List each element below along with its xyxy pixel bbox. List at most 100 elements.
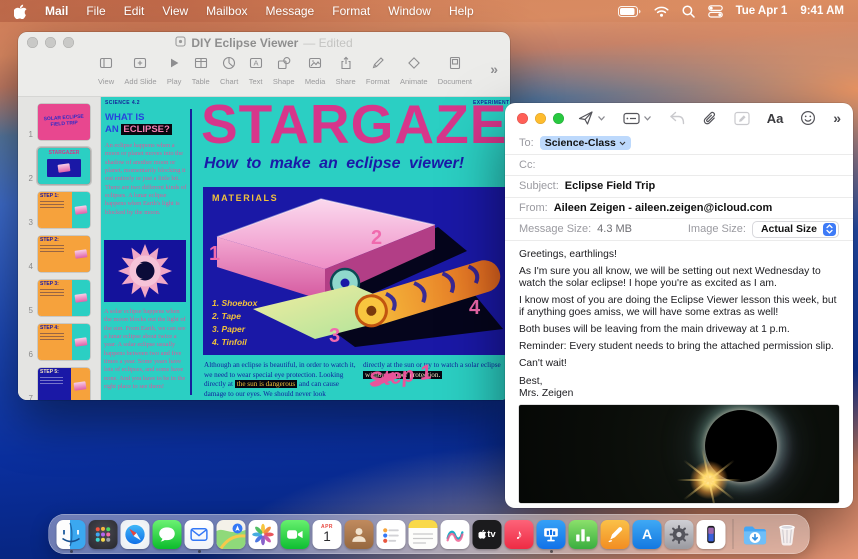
search-icon[interactable]	[682, 5, 695, 18]
toolbar-overflow-chevron[interactable]: »	[490, 61, 498, 77]
battery-icon[interactable]	[618, 6, 641, 17]
format-button[interactable]: Aa	[767, 111, 784, 126]
menu-mail[interactable]: Mail	[45, 4, 68, 18]
dock-item-numbers[interactable]	[569, 520, 598, 549]
menu-message[interactable]: Message	[266, 4, 315, 18]
slide-thumbnail-2[interactable]: STARGAZER	[38, 148, 90, 184]
slide-paragraph-2[interactable]: A solar eclipse happens when the moon bl…	[104, 308, 188, 391]
markup-button[interactable]	[734, 111, 750, 126]
slide-sidebar-heading[interactable]: WHAT IS AN ECLIPSE?	[105, 112, 172, 136]
dock-item-calendar[interactable]: APR 1	[313, 520, 342, 549]
send-icon	[578, 110, 594, 126]
speech-bubble-icon	[157, 524, 178, 545]
toolbar-button-shape[interactable]: Shape	[273, 56, 295, 86]
toolbar-button-format[interactable]: Format	[366, 56, 390, 86]
sun-illustration[interactable]	[104, 240, 186, 302]
finder-face-icon	[57, 520, 86, 549]
dock-item-photos[interactable]	[249, 520, 278, 549]
wifi-icon[interactable]	[654, 6, 669, 17]
dock-item-mail[interactable]	[185, 520, 214, 549]
dock-item-keynote[interactable]	[537, 520, 566, 549]
menu-window[interactable]: Window	[388, 4, 431, 18]
image-size-dropdown[interactable]: Actual Size	[752, 221, 839, 238]
body-paragraph: Reminder: Every student needs to bring t…	[519, 341, 839, 353]
step-annotation[interactable]: Step 1	[368, 369, 402, 388]
from-field[interactable]: From: Aileen Zeigen - aileen.zeigen@iclo…	[505, 198, 853, 220]
mail-compose-window: Aa » To: Science-Class Cc: Subject: Ecli…	[505, 103, 853, 508]
toolbar-button-animate[interactable]: Animate	[400, 56, 428, 86]
subject-field[interactable]: Subject: Eclipse Field Trip	[505, 176, 853, 198]
slide-subtitle[interactable]: How to make an eclipse viewer!	[204, 155, 464, 173]
reply-button[interactable]	[669, 111, 685, 125]
toolbar-button-document[interactable]: Document	[438, 56, 472, 86]
dock-item-settings[interactable]	[665, 520, 694, 549]
toolbar-button-media[interactable]: Media	[305, 56, 325, 86]
slide-thumbnail-6[interactable]: STEP 4:	[38, 324, 90, 360]
toolbar-button-play[interactable]: Play	[167, 56, 182, 86]
dock-item-contacts[interactable]	[345, 520, 374, 549]
dock-item-iphone-mirroring[interactable]	[697, 520, 726, 549]
zoom-button[interactable]	[553, 113, 564, 124]
heading-line1: WHAT IS	[105, 112, 144, 123]
cc-field[interactable]: Cc:	[505, 155, 853, 177]
safari-compass-icon	[124, 523, 147, 546]
dock-item-freeform[interactable]	[441, 520, 470, 549]
menu-date[interactable]: Tue Apr 1	[736, 5, 788, 17]
menu-view[interactable]: View	[162, 4, 188, 18]
toolbar-overflow-chevron[interactable]: »	[833, 110, 841, 126]
dock-item-finder[interactable]	[57, 520, 86, 549]
materials-item: 1. Shoebox	[212, 297, 257, 310]
dock-item-reminders[interactable]	[377, 520, 406, 549]
dock-item-music[interactable]: ♪	[505, 520, 534, 549]
toolbar-button-table[interactable]: Table	[192, 56, 210, 86]
dock-item-downloads[interactable]	[741, 520, 770, 549]
mail-toolbar: Aa »	[505, 103, 853, 133]
slide-thumbnail-5[interactable]: STEP 3:	[38, 280, 90, 316]
slide-thumbnail-1[interactable]: SOLAR ECLIPSE FIELD TRIP	[38, 104, 90, 140]
slide-thumbnail-4[interactable]: STEP 2:	[38, 236, 90, 272]
send-button[interactable]	[578, 110, 606, 126]
toolbar-button-share[interactable]: Share	[336, 56, 356, 86]
to-field[interactable]: To: Science-Class	[505, 133, 853, 155]
menu-help[interactable]: Help	[449, 4, 474, 18]
dock-item-notes[interactable]	[409, 520, 438, 549]
menu-mailbox[interactable]: Mailbox	[206, 4, 247, 18]
dock-item-appletv[interactable]: tv	[473, 520, 502, 549]
dock-item-launchpad[interactable]	[89, 520, 118, 549]
slide-thumbnail-3[interactable]: STEP 1:	[38, 192, 90, 228]
eclipse-attachment-image[interactable]	[519, 405, 839, 503]
dock-item-safari[interactable]	[121, 520, 150, 549]
dock-item-messages[interactable]	[153, 520, 182, 549]
header-fields-button[interactable]	[623, 111, 652, 126]
dock-item-appstore[interactable]: A	[633, 520, 662, 549]
toolbar-button-text[interactable]: A Text	[249, 56, 263, 86]
toolbar-label: Chart	[220, 77, 238, 86]
recipient-token[interactable]: Science-Class	[540, 136, 631, 150]
slide-footer-left[interactable]: Although an eclipse is beautiful, in ord…	[204, 361, 356, 399]
dock-item-maps[interactable]	[217, 520, 246, 549]
slide-title[interactable]: STARGAZER	[201, 97, 510, 152]
apple-menu-icon[interactable]	[14, 4, 27, 19]
running-indicator	[70, 550, 73, 553]
message-body[interactable]: Greetings, earthlings! As I'm sure you a…	[505, 241, 853, 400]
dock-item-facetime[interactable]	[281, 520, 310, 549]
close-button[interactable]	[517, 113, 528, 124]
slide-thumbnail-7[interactable]: STEP 5:	[38, 368, 90, 400]
menu-edit[interactable]: Edit	[124, 4, 145, 18]
menu-time[interactable]: 9:41 AM	[800, 5, 844, 17]
dock-item-pages[interactable]	[601, 520, 630, 549]
emoji-button[interactable]	[800, 110, 816, 126]
toolbar-button-add-slide[interactable]: Add Slide	[124, 56, 156, 86]
dock-item-trash[interactable]	[773, 520, 802, 549]
menu-file[interactable]: File	[86, 4, 105, 18]
document-proxy-icon[interactable]	[175, 36, 186, 50]
minimize-button[interactable]	[535, 113, 546, 124]
slide-paragraph-1[interactable]: An eclipse happens when a moon or planet…	[105, 142, 187, 217]
slide-course-code[interactable]: SCIENCE 4.2	[105, 100, 140, 106]
attach-button[interactable]	[702, 111, 717, 126]
toolbar-button-chart[interactable]: Chart	[220, 56, 238, 86]
menu-format[interactable]: Format	[332, 4, 370, 18]
control-center-icon[interactable]	[708, 5, 723, 18]
materials-panel[interactable]: MATERIALS 1 2 3 4 1. Shoebox 2. Tape 3. …	[203, 187, 510, 355]
toolbar-button-view[interactable]: View	[98, 56, 114, 86]
